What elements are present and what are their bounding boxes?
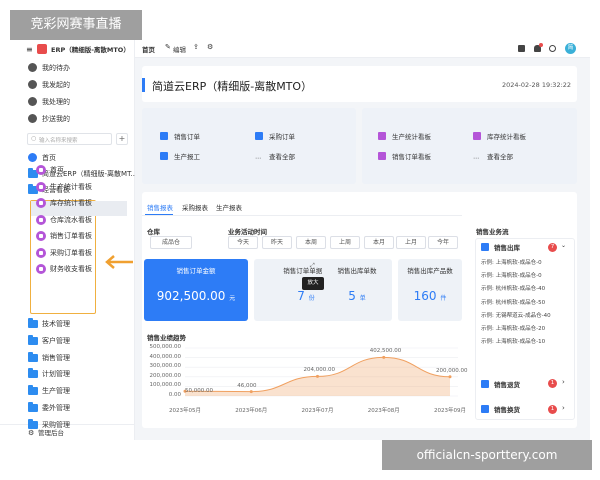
- data-label: 402,500.00: [369, 348, 402, 355]
- box-icon: [481, 380, 489, 388]
- flow-row[interactable]: 示例: 杭州帆软-成品仓-50: [481, 298, 545, 306]
- x-tick-label: 2023年09月: [434, 408, 466, 414]
- data-point[interactable]: [316, 374, 319, 378]
- flow-row[interactable]: 示例: 上海帆软-成品仓-0: [481, 271, 542, 279]
- box-icon: [481, 243, 489, 251]
- label: 销售出库: [494, 244, 520, 252]
- label: 销售换货: [494, 406, 520, 414]
- x-tick-label: 2023年05月: [169, 408, 201, 414]
- chevron-right-icon[interactable]: ›: [562, 404, 565, 412]
- data-label: 46,000: [237, 382, 257, 389]
- flow-row[interactable]: 示例: 上海帆软-成品仓-10: [481, 337, 545, 345]
- flow-section-exchange[interactable]: 销售换货: [481, 404, 520, 414]
- data-point[interactable]: [382, 355, 386, 359]
- data-label: 204,000.00: [303, 367, 336, 374]
- flow-row[interactable]: 示例: 上海帆软-成品仓-20: [481, 324, 545, 332]
- x-tick-label: 2023年07月: [301, 408, 334, 414]
- chevron-down-icon[interactable]: ⌄: [561, 242, 566, 249]
- flow-title: 销售业务流: [476, 228, 509, 236]
- x-tick-label: 2023年08月: [367, 408, 400, 414]
- watermark-text: 竞彩网赛事直播: [30, 17, 122, 32]
- flow-row[interactable]: 示例: 无锡帮道云-成品仓-40: [481, 311, 551, 319]
- data-point[interactable]: [249, 390, 253, 394]
- badge-outbound: 7: [548, 243, 557, 252]
- data-label: 50,000.00: [185, 388, 213, 395]
- watermark-top: 竞彩网赛事直播: [10, 10, 142, 40]
- data-point[interactable]: [448, 375, 452, 379]
- flow-row[interactable]: 示例: 上海帆软-成品仓-0: [481, 258, 542, 266]
- badge-return: 1: [548, 379, 557, 388]
- badge-exchange: 1: [548, 405, 557, 414]
- data-label: 200,000.00: [436, 367, 468, 374]
- watermark-text: officialcn-sporttery.com: [416, 448, 558, 462]
- box-icon: [481, 405, 489, 413]
- x-tick-label: 2023年06月: [235, 408, 268, 414]
- watermark-bottom: officialcn-sporttery.com: [382, 440, 592, 470]
- label: 销售退货: [494, 381, 520, 389]
- flow-row[interactable]: 示例: 杭州帆软-成品仓-40: [481, 284, 545, 292]
- flow-section-outbound[interactable]: 销售出库: [481, 242, 520, 252]
- flow-section-return[interactable]: 销售退货: [481, 379, 520, 389]
- chevron-right-icon[interactable]: ›: [562, 378, 565, 386]
